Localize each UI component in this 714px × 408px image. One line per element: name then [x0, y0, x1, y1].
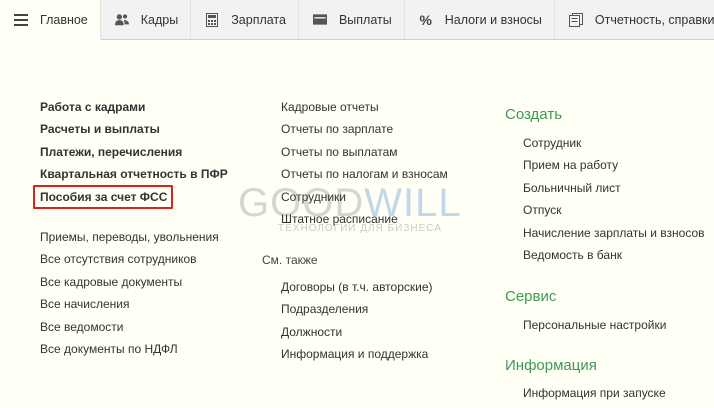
link-personnel-docs[interactable]: Все кадровые документы: [40, 275, 182, 289]
menu-icon: [14, 13, 28, 27]
create-hire[interactable]: Прием на работу: [523, 158, 618, 172]
link-startup-info[interactable]: Информация при запуске: [523, 386, 666, 400]
link-quarterly-pfr[interactable]: Квартальная отчетность в ПФР: [40, 167, 228, 181]
link-employees[interactable]: Сотрудники: [281, 190, 346, 204]
link-payment-reports[interactable]: Отчеты по выплатам: [281, 145, 398, 159]
link-accruals[interactable]: Все начисления: [40, 297, 130, 311]
create-bank-statement[interactable]: Ведомость в банк: [523, 248, 622, 262]
tab-label: Кадры: [140, 12, 179, 27]
link-positions[interactable]: Должности: [281, 325, 342, 339]
link-hires-transfers[interactable]: Приемы, переводы, увольнения: [40, 230, 219, 244]
heading-create: Создать: [505, 106, 563, 123]
create-employee[interactable]: Сотрудник: [523, 136, 581, 150]
section-tabs: Главное Кадры Зарплата Выплаты % Налоги …: [0, 0, 714, 40]
see-also-label: См. также: [262, 253, 318, 267]
users-icon: [114, 13, 129, 27]
tab-label: Выплаты: [338, 12, 392, 27]
link-absences[interactable]: Все отсутствия сотрудников: [40, 252, 197, 266]
link-personnel-reports[interactable]: Кадровые отчеты: [281, 100, 379, 114]
link-personnel-work[interactable]: Работа с кадрами: [40, 100, 145, 114]
wallet-icon: [312, 13, 327, 27]
tab-personnel[interactable]: Кадры: [101, 0, 192, 39]
tab-label: Главное: [40, 12, 88, 27]
link-statements[interactable]: Все ведомости: [40, 320, 123, 334]
link-staff-schedule[interactable]: Штатное расписание: [281, 212, 398, 226]
create-sick-leave[interactable]: Больничный лист: [523, 181, 621, 195]
link-ndfl-docs[interactable]: Все документы по НДФЛ: [40, 342, 178, 356]
link-info-support[interactable]: Информация и поддержка: [281, 347, 428, 361]
create-vacation[interactable]: Отпуск: [523, 203, 561, 217]
heading-information: Информация: [505, 357, 597, 374]
tab-label: Отчетность, справки: [594, 12, 714, 27]
link-contracts[interactable]: Договоры (в т.ч. авторские): [281, 280, 433, 294]
heading-service: Сервис: [505, 288, 557, 305]
tab-main[interactable]: Главное: [0, 0, 101, 40]
link-salary-reports[interactable]: Отчеты по зарплате: [281, 122, 393, 136]
tab-label: Налоги и взносы: [444, 12, 542, 27]
link-tax-reports[interactable]: Отчеты по налогам и взносам: [281, 167, 448, 181]
link-departments[interactable]: Подразделения: [281, 302, 368, 316]
highlight-box: [33, 185, 173, 209]
link-personal-settings[interactable]: Персональные настройки: [523, 318, 666, 332]
documents-icon: [568, 12, 583, 27]
tab-taxes[interactable]: % Налоги и взносы: [405, 0, 555, 39]
calculator-icon: [205, 12, 219, 27]
tab-reports[interactable]: Отчетность, справки: [555, 0, 714, 39]
tab-salary[interactable]: Зарплата: [191, 0, 299, 39]
percent-icon: %: [419, 11, 432, 28]
create-payroll[interactable]: Начисление зарплаты и взносов: [523, 226, 705, 240]
tab-label: Зарплата: [231, 12, 286, 27]
tab-payments[interactable]: Выплаты: [299, 0, 405, 39]
link-calculations-payments[interactable]: Расчеты и выплаты: [40, 122, 160, 136]
link-payments-transfers[interactable]: Платежи, перечисления: [40, 145, 182, 159]
